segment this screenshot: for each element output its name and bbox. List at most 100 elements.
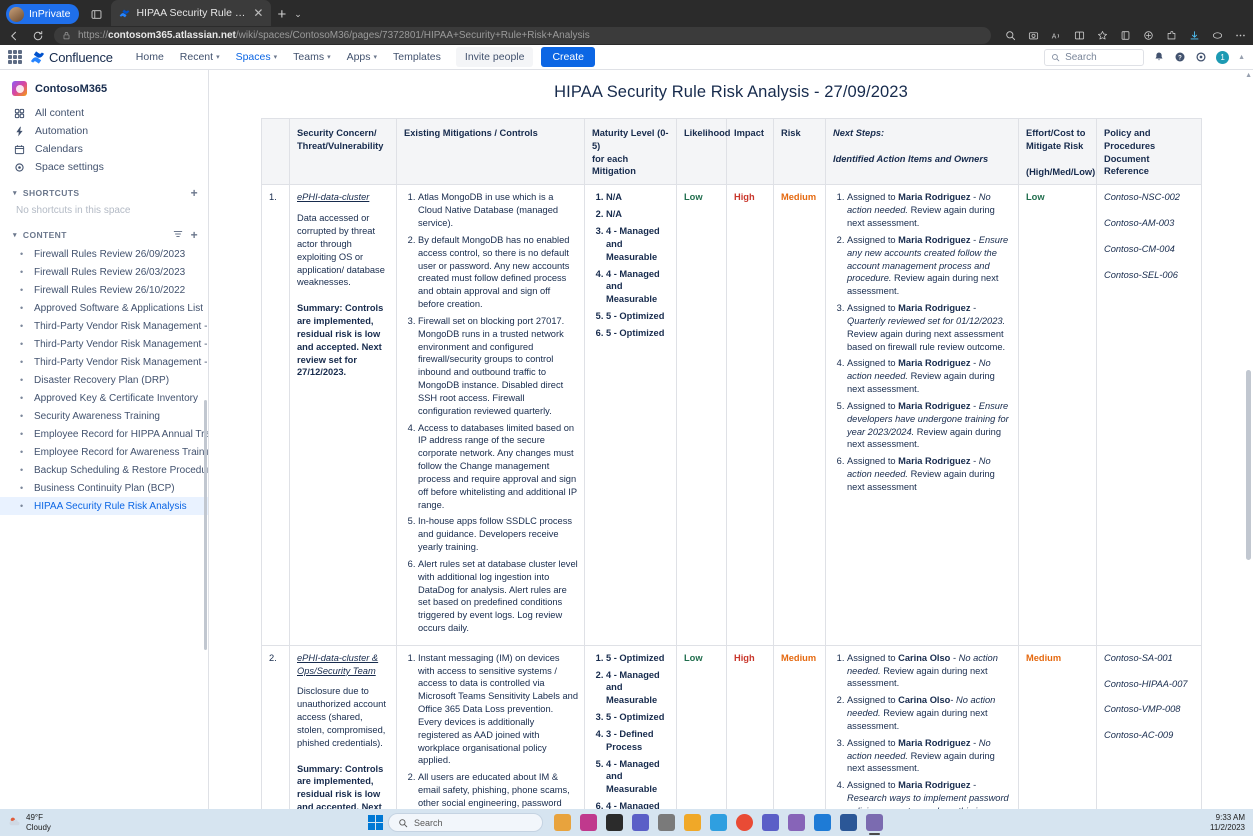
list-item: 4 - Managed and Measurable [606,800,670,809]
reload-icon[interactable] [30,28,46,44]
browser-tab[interactable]: HIPAA Security Rule Risk Analys ✕ [111,0,271,26]
azure-icon[interactable] [710,814,727,831]
cell-likelihood: Low [677,185,727,645]
tree-item[interactable]: •Disaster Recovery Plan (DRP) [0,371,208,389]
chevron-down-icon[interactable]: ▾ [13,189,17,197]
concern-link[interactable]: ePHI-data-cluster & Ops/Security Team [297,652,390,678]
step-dash: - [971,401,979,411]
mitigation-list: Instant messaging (IM) on devices with a… [404,652,578,809]
nav-apps[interactable]: Apps▾ [340,47,384,67]
invite-people-button[interactable]: Invite people [456,47,534,67]
favorite-star-icon[interactable] [1095,29,1109,43]
browser-essentials-icon[interactable] [1141,29,1155,43]
tree-item[interactable]: •Third-Party Vendor Risk Management - 27… [0,317,208,335]
create-button[interactable]: Create [541,47,595,67]
chrome-icon[interactable] [736,814,753,831]
tree-item-hipaa-security-rule-risk-analysis[interactable]: •HIPAA Security Rule Risk Analysis [0,497,208,515]
space-header[interactable]: ContosoM365 [0,78,208,104]
gear-app-icon[interactable] [658,814,675,831]
tab-actions-icon[interactable] [85,4,107,24]
tree-item[interactable]: •Backup Scheduling & Restore Procedure [0,461,208,479]
bullet-icon: • [20,285,26,295]
confluence-nav: Home Recent▾ Spaces▾ Teams▾ Apps▾ Templa… [129,47,448,67]
terminal-icon[interactable] [866,814,883,831]
collections-icon[interactable] [1118,29,1132,43]
confluence-logo[interactable]: Confluence [30,50,113,65]
shortcuts-empty-text: No shortcuts in this space [0,203,208,218]
inprivate-badge[interactable]: InPrivate [6,4,79,24]
tree-item[interactable]: •Approved Key & Certificate Inventory [0,389,208,407]
tree-item[interactable]: •Firewall Rules Review 26/10/2022 [0,281,208,299]
help-icon[interactable]: ? [1174,51,1186,63]
extensions-icon[interactable] [1164,29,1178,43]
sidebar-item-space-settings[interactable]: Space settings [0,158,208,176]
settings-more-icon[interactable] [1233,29,1247,43]
screenshot-icon[interactable] [1026,29,1040,43]
tree-item[interactable]: •Employee Record for HIPPA Annual Traini… [0,425,208,443]
read-aloud-icon[interactable]: A [1049,29,1063,43]
downloads-icon[interactable] [1187,29,1201,43]
step-prefix: Assigned to [847,401,898,411]
tree-item[interactable]: •Security Awareness Training [0,407,208,425]
sidebar-section-content[interactable]: ▾ CONTENT + [0,225,208,245]
word-icon[interactable] [840,814,857,831]
concern-description: Disclosure due to unauthorized account a… [297,685,390,749]
notifications-bell-icon[interactable] [1153,51,1165,63]
back-icon[interactable] [6,28,22,44]
folder-icon[interactable] [684,814,701,831]
tree-item[interactable]: •Approved Software & Applications List [0,299,208,317]
copilot-icon[interactable] [1210,29,1224,43]
list-item: N/A [606,208,670,221]
tree-item[interactable]: •Firewall Rules Review 26/03/2023 [0,263,208,281]
list-item: 5 - Optimized [606,711,670,724]
th-number [262,119,290,185]
onedrive-icon[interactable] [814,814,831,831]
dark-app-icon[interactable] [606,814,623,831]
sidebar-item-automation[interactable]: Automation [0,122,208,140]
nav-recent[interactable]: Recent▾ [173,47,227,67]
nav-teams[interactable]: Teams▾ [286,47,337,67]
shopping-icon[interactable] [788,814,805,831]
sidebar-item-calendars[interactable]: Calendars [0,140,208,158]
concern-link[interactable]: ePHI-data-cluster [297,191,390,204]
tree-item[interactable]: •Employee Record for Awareness Training [0,443,208,461]
address-bar[interactable]: https://contosom365.atlassian.net/wiki/s… [54,27,991,44]
tree-item[interactable]: •Third-Party Vendor Risk Management - 27… [0,353,208,371]
file-explorer-icon[interactable] [554,814,571,831]
nav-spaces[interactable]: Spaces▾ [229,47,285,67]
split-screen-icon[interactable] [1072,29,1086,43]
close-icon[interactable]: ✕ [251,7,265,19]
page-scrollbar[interactable] [1246,370,1251,560]
bullet-icon: • [20,429,26,439]
cell-security-concern: ePHI-data-cluster & Ops/Security Team Di… [290,645,397,809]
add-page-icon[interactable]: + [191,229,198,241]
page-body: ContosoM365 All content Automation Calen… [0,70,1253,809]
taskbar-search-input[interactable]: Search [388,813,543,832]
settings-gear-icon[interactable] [1195,51,1207,63]
filter-icon[interactable] [173,229,183,241]
cell-policy-refs: Contoso-NSC-002 Contoso-AM-003 Contoso-C… [1097,185,1202,645]
tree-item[interactable]: •Firewall Rules Review 26/09/2023 [0,245,208,263]
new-tab-button[interactable]: + [277,7,286,22]
chevron-down-icon[interactable]: ▾ [13,231,17,239]
search-icon[interactable] [1003,29,1017,43]
sidebar-section-shortcuts[interactable]: ▾ SHORTCUTS + [0,183,208,203]
sidebar-item-all-content[interactable]: All content [0,104,208,122]
microsoft-store-icon[interactable] [580,814,597,831]
app-switcher-icon[interactable] [8,50,22,64]
likelihood-value: Low [684,653,703,663]
chevron-down-icon[interactable]: ⌄ [294,9,302,20]
start-button-icon[interactable] [368,815,383,830]
scroll-up-arrow-icon[interactable]: ▲ [1245,72,1252,79]
settings-app-icon[interactable] [632,814,649,831]
avatar[interactable]: 1 [1216,51,1229,64]
nav-templates[interactable]: Templates [386,47,448,67]
tree-item[interactable]: •Third-Party Vendor Risk Management - 27… [0,335,208,353]
add-shortcut-icon[interactable]: + [191,187,198,199]
tree-item[interactable]: •Business Continuity Plan (BCP) [0,479,208,497]
teams-icon[interactable] [762,814,779,831]
search-input[interactable]: Search [1044,49,1144,66]
cell-likelihood: Low [677,645,727,809]
nav-home[interactable]: Home [129,47,171,67]
sidebar-scrollbar[interactable] [204,400,207,650]
